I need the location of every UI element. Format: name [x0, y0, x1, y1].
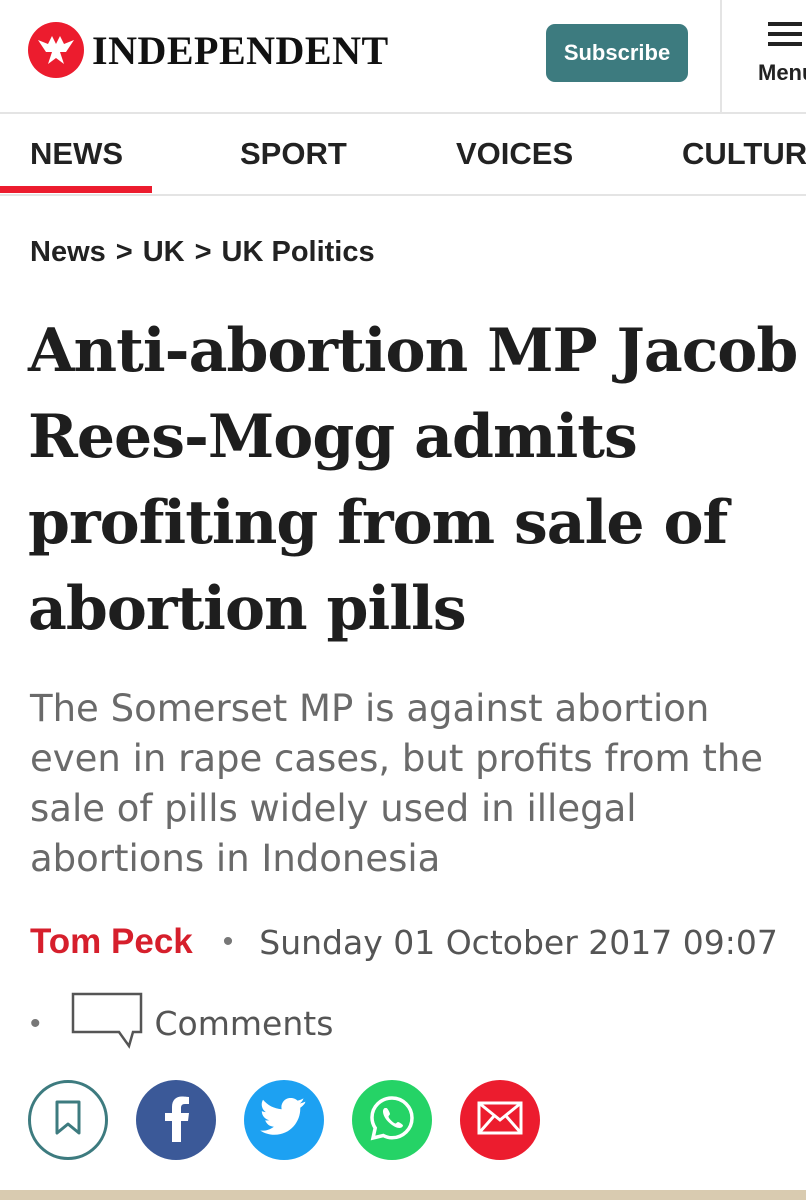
breadcrumb-news[interactable]: News [30, 236, 106, 269]
menu-button[interactable]: Menu [754, 22, 806, 92]
section-nav: NEWS SPORT VOICES CULTURE [0, 114, 806, 196]
breadcrumb-separator: > [194, 236, 212, 268]
comment-bubble-icon [71, 992, 145, 1055]
logo-text: INDEPENDENT [92, 27, 389, 73]
bookmark-icon [53, 1099, 83, 1142]
whatsapp-icon [367, 1093, 417, 1148]
breadcrumb-uk[interactable]: UK [143, 236, 185, 269]
active-nav-indicator [0, 186, 152, 193]
byline-separator: • [222, 925, 234, 958]
facebook-share-button[interactable] [136, 1080, 216, 1160]
email-share-button[interactable] [460, 1080, 540, 1160]
nav-item-news[interactable]: NEWS [30, 136, 123, 172]
article-standfirst: The Somerset MP is against abortion even… [30, 687, 764, 880]
hamburger-icon [768, 42, 802, 46]
header-divider [720, 0, 722, 112]
comments-bullet: • [30, 1006, 41, 1040]
author-link[interactable]: Tom Peck [30, 922, 193, 962]
twitter-icon [260, 1097, 308, 1143]
whatsapp-share-button[interactable] [352, 1080, 432, 1160]
breadcrumb: News > UK > UK Politics [30, 236, 375, 269]
hamburger-icon [768, 22, 802, 26]
twitter-share-button[interactable] [244, 1080, 324, 1160]
comments-link[interactable]: • Comments [30, 992, 333, 1055]
share-bar [28, 1080, 540, 1160]
byline: Tom Peck • Sunday 01 October 2017 09:07 [30, 922, 778, 962]
eagle-logo-icon [28, 22, 84, 78]
menu-label: Menu [758, 60, 806, 85]
site-header: INDEPENDENT Subscribe Menu [0, 0, 806, 114]
nav-item-sport[interactable]: SPORT [240, 136, 347, 172]
independent-logo[interactable]: INDEPENDENT [28, 22, 389, 78]
article-headline: Anti-abortion MP Jacob Rees-Mogg admits … [28, 316, 798, 644]
content-edge [0, 1190, 806, 1200]
breadcrumb-separator: > [115, 236, 133, 268]
comments-label: Comments [154, 1004, 334, 1043]
facebook-icon [161, 1094, 191, 1147]
email-icon [477, 1101, 523, 1140]
subscribe-button[interactable]: Subscribe [546, 24, 688, 82]
nav-item-culture[interactable]: CULTURE [682, 136, 806, 172]
publish-date: Sunday 01 October 2017 09:07 [259, 922, 778, 962]
bookmark-button[interactable] [28, 1080, 108, 1160]
nav-item-voices[interactable]: VOICES [456, 136, 573, 172]
breadcrumb-uk-politics[interactable]: UK Politics [222, 236, 375, 269]
hamburger-icon [768, 32, 802, 36]
